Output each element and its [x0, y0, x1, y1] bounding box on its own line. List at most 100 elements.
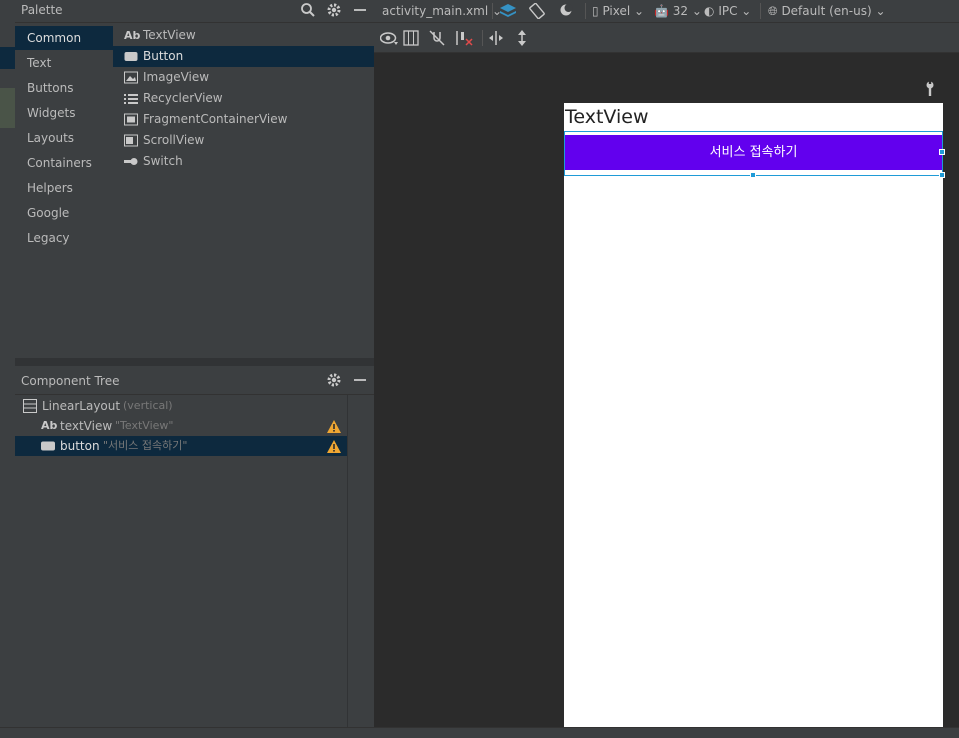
- resize-handle[interactable]: [750, 172, 756, 178]
- resize-handle[interactable]: [939, 172, 945, 178]
- tree-item-label: button: [60, 439, 100, 453]
- palette-items: Ab TextView Button ImageView RecyclerVie…: [113, 23, 374, 358]
- component-tree-scrollbar[interactable]: [347, 395, 374, 727]
- palette-item-label: ImageView: [143, 70, 210, 84]
- tree-row-button[interactable]: button "서비스 접속하기": [15, 436, 347, 456]
- chevron-down-icon: ⌄: [741, 4, 752, 18]
- palette-item-imageview[interactable]: ImageView: [113, 67, 374, 88]
- ab-text-icon: Ab: [124, 29, 141, 42]
- scroll-icon: [124, 134, 138, 147]
- palette-item-label: Button: [143, 49, 184, 63]
- palette-title: Palette: [21, 3, 63, 17]
- theme-name: IPC: [718, 4, 738, 18]
- minimize-icon[interactable]: [352, 372, 368, 388]
- selection-outline: [564, 131, 943, 132]
- search-icon[interactable]: [300, 2, 316, 18]
- palette-item-scrollview[interactable]: ScrollView: [113, 130, 374, 151]
- preview-textview[interactable]: TextView: [565, 106, 649, 128]
- switch-icon: [124, 158, 138, 165]
- left-tool-strip: [0, 0, 15, 737]
- device-selector[interactable]: ▯ Pixel ⌄: [592, 3, 644, 19]
- api-level-selector[interactable]: 🤖 32 ⌄: [654, 3, 702, 19]
- component-tree-title: Component Tree: [21, 374, 120, 388]
- locale-name: Default (en-us): [781, 4, 872, 18]
- preview-button[interactable]: 서비스 접속하기: [565, 135, 942, 170]
- resize-handle[interactable]: [939, 149, 945, 155]
- panel-splitter[interactable]: [15, 358, 374, 366]
- tool-strip-marker: [0, 88, 15, 128]
- palette-item-textview[interactable]: Ab TextView: [113, 25, 374, 46]
- gear-icon[interactable]: [326, 2, 342, 18]
- category-containers[interactable]: Containers: [15, 151, 113, 175]
- file-selector[interactable]: activity_main.xml ⌄: [382, 3, 502, 19]
- gear-icon[interactable]: [326, 372, 342, 388]
- autoconnect-off-icon[interactable]: [429, 30, 445, 46]
- chevron-down-icon: ⌄: [634, 4, 645, 18]
- wrench-icon[interactable]: [924, 81, 936, 97]
- minimize-icon[interactable]: [352, 2, 368, 18]
- chevron-down-icon: ⌄: [875, 4, 886, 18]
- palette-item-recyclerview[interactable]: RecyclerView: [113, 88, 374, 109]
- eye-icon[interactable]: [380, 30, 398, 46]
- android-icon: 🤖: [654, 4, 669, 18]
- toolbar-separator: [492, 3, 493, 19]
- theme-selector[interactable]: ◐ IPC ⌄: [704, 3, 751, 19]
- category-layouts[interactable]: Layouts: [15, 126, 113, 150]
- warning-icon[interactable]: [327, 420, 341, 433]
- component-tree-header: Component Tree: [15, 366, 374, 395]
- phone-icon: ▯: [592, 4, 599, 18]
- pack-horizontal-icon[interactable]: [488, 30, 504, 46]
- selection-outline: [564, 131, 565, 176]
- category-widgets[interactable]: Widgets: [15, 101, 113, 125]
- category-legacy[interactable]: Legacy: [15, 226, 113, 250]
- category-helpers[interactable]: Helpers: [15, 176, 113, 200]
- list-icon: [124, 94, 138, 104]
- fragment-icon: [124, 113, 138, 126]
- button-icon: [124, 52, 138, 61]
- palette-item-label: ScrollView: [143, 133, 205, 147]
- warning-icon[interactable]: [327, 440, 341, 453]
- tree-item-label: textView: [60, 419, 113, 433]
- palette-item-button[interactable]: Button: [113, 46, 374, 67]
- ab-text-icon: Ab: [41, 419, 58, 432]
- category-common[interactable]: Common: [15, 26, 113, 50]
- status-bar: [0, 727, 959, 738]
- theme-icon: ◐: [704, 4, 715, 18]
- tree-item-detail: "TextView": [115, 419, 174, 432]
- night-mode-icon[interactable]: [559, 3, 579, 19]
- palette-item-label: Switch: [143, 154, 183, 168]
- category-google[interactable]: Google: [15, 201, 113, 225]
- toolbar-separator: [585, 3, 586, 19]
- expand-vertical-icon[interactable]: [514, 30, 530, 46]
- device-name: Pixel: [602, 4, 631, 18]
- category-text[interactable]: Text: [15, 51, 113, 75]
- design-surface-icon[interactable]: [500, 3, 520, 19]
- palette-item-label: RecyclerView: [143, 91, 223, 105]
- palette-item-label: FragmentContainerView: [143, 112, 288, 126]
- palette-item-switch[interactable]: Switch: [113, 151, 374, 172]
- button-icon: [41, 441, 55, 451]
- design-options-toolbar: [374, 23, 959, 53]
- tool-strip-selected[interactable]: [0, 47, 15, 69]
- tree-item-detail: "서비스 접속하기": [103, 439, 188, 452]
- api-level: 32: [672, 4, 689, 18]
- locale-selector[interactable]: 🌐︎ Default (en-us) ⌄: [768, 3, 886, 19]
- palette-item-fragmentcontainerview[interactable]: FragmentContainerView: [113, 109, 374, 130]
- toolbar-separator: [482, 30, 483, 46]
- device-preview[interactable]: [564, 103, 943, 727]
- orientation-icon[interactable]: [529, 3, 549, 19]
- palette-item-label: TextView: [143, 28, 196, 42]
- clear-constraints-icon[interactable]: [455, 30, 473, 46]
- margins-icon[interactable]: [403, 30, 419, 46]
- chevron-down-icon: ⌄: [691, 4, 702, 18]
- tree-item-label: LinearLayout: [42, 399, 121, 413]
- tree-row-linearlayout[interactable]: LinearLayout (vertical): [15, 396, 347, 416]
- image-icon: [124, 71, 138, 84]
- file-name: activity_main.xml: [382, 4, 489, 18]
- linear-layout-icon: [23, 399, 37, 413]
- category-buttons[interactable]: Buttons: [15, 76, 113, 100]
- tree-row-textview[interactable]: Ab textView "TextView": [15, 416, 347, 436]
- palette-categories: Common Text Buttons Widgets Layouts Cont…: [15, 23, 113, 358]
- palette-header: Palette: [15, 0, 374, 23]
- layout-editor-toolbar: activity_main.xml ⌄ ▯ Pixel ⌄ 🤖 32 ⌄ ◐ I…: [374, 0, 959, 23]
